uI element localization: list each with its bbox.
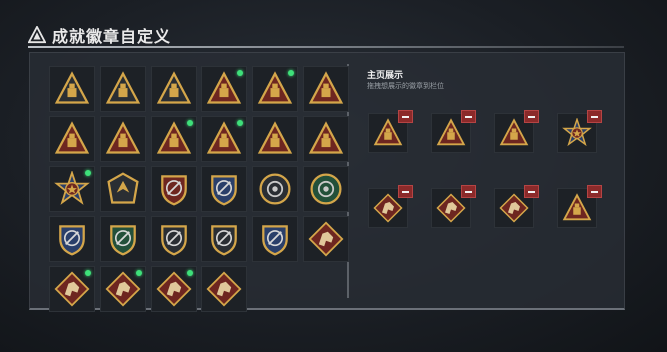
remove-badge-button[interactable]	[524, 110, 539, 123]
badge-slot[interactable]	[99, 216, 146, 262]
triangle-skull-badge-icon	[258, 121, 293, 154]
minus-icon	[528, 115, 535, 118]
diamond-dragon-badge-icon	[105, 271, 141, 307]
remove-badge-button[interactable]	[461, 110, 476, 123]
badge-slot[interactable]	[150, 266, 197, 312]
shield-rifle-gray-badge-icon	[211, 225, 238, 256]
minus-icon	[402, 190, 409, 193]
round-eye-green-badge-icon	[310, 173, 342, 205]
badge-slot[interactable]	[201, 66, 248, 112]
title-underline	[28, 46, 624, 48]
badge-slot[interactable]	[49, 116, 95, 162]
minus-icon	[465, 115, 472, 118]
badge-slot[interactable]	[49, 66, 95, 112]
pentagon-arrow-badge-icon	[107, 172, 139, 204]
new-indicator-dot	[85, 270, 91, 276]
badge-slot[interactable]	[99, 266, 146, 312]
showcase-title: 主页展示	[367, 70, 404, 80]
showcase-subtitle: 拖拽想展示的徽章到栏位	[367, 83, 444, 90]
minus-icon	[465, 190, 472, 193]
new-indicator-dot	[288, 70, 295, 76]
triangle-mountain-badge-icon	[54, 71, 90, 104]
badge-slot[interactable]	[303, 166, 349, 212]
badge-slot[interactable]	[252, 216, 299, 262]
page-title: 成就徽章自定义	[52, 29, 172, 46]
minus-icon	[591, 190, 598, 193]
showcase-slot[interactable]	[557, 110, 602, 153]
shield-rifle-blue-badge-icon	[59, 225, 85, 256]
shield-rifle-dark-badge-icon	[160, 225, 187, 256]
badge-slot[interactable]	[49, 216, 95, 262]
triangle-wings-badge-icon	[156, 71, 191, 104]
minus-icon	[591, 115, 598, 118]
badge-slot[interactable]	[99, 116, 146, 162]
badge-slot[interactable]	[303, 66, 349, 112]
showcase-slot[interactable]	[494, 110, 539, 153]
triangle-hat-badge-icon	[105, 121, 140, 154]
showcase-slot[interactable]	[431, 185, 476, 228]
triangle-helmet-badge-icon	[207, 71, 242, 104]
triangle-logo-icon	[28, 26, 46, 44]
badge-slot[interactable]	[201, 216, 248, 262]
shield-eagle-gold-badge-icon	[262, 225, 289, 256]
badge-slot[interactable]	[252, 116, 299, 162]
triangle-vehicle-badge-icon	[105, 71, 140, 104]
diamond-tiger-badge-icon	[206, 271, 242, 307]
minus-icon	[528, 190, 535, 193]
triangle-backpack-badge-icon	[54, 121, 90, 154]
badge-slot[interactable]	[252, 66, 299, 112]
remove-badge-button[interactable]	[398, 185, 413, 198]
remove-badge-button[interactable]	[398, 110, 413, 123]
new-indicator-dot	[85, 170, 91, 176]
badge-slot[interactable]	[99, 66, 146, 112]
shield-wings-blue-badge-icon	[211, 175, 238, 206]
badge-slot[interactable]	[99, 166, 146, 212]
showcase-slot[interactable]	[557, 185, 602, 228]
showcase-slot[interactable]	[368, 110, 413, 153]
badge-slot[interactable]	[201, 116, 248, 162]
header: 成就徽章自定义	[28, 24, 171, 46]
badge-slot[interactable]	[49, 166, 95, 212]
triangle-wolf-badge-icon	[308, 121, 344, 154]
diamond-beast-badge-icon	[308, 221, 344, 257]
remove-badge-button[interactable]	[524, 185, 539, 198]
new-indicator-dot	[186, 120, 193, 126]
showcase-slot[interactable]	[494, 185, 539, 228]
shield-rifle-green-badge-icon	[109, 225, 136, 256]
diamond-runner-badge-icon	[156, 271, 192, 307]
badge-slot[interactable]	[252, 166, 299, 212]
shield-wings-red-badge-icon	[160, 175, 187, 206]
badge-slot[interactable]	[303, 116, 349, 162]
triangle-medkit-badge-icon	[308, 71, 344, 104]
round-skull-badge-icon	[259, 173, 291, 205]
badge-slot[interactable]	[49, 266, 95, 312]
triangle-bottle-badge-icon	[207, 121, 242, 154]
showcase-slot[interactable]	[368, 185, 413, 228]
remove-badge-button[interactable]	[587, 185, 602, 198]
new-indicator-dot	[237, 70, 244, 76]
triangle-number-one-badge-icon	[156, 121, 191, 154]
badge-slot[interactable]	[201, 166, 248, 212]
remove-badge-button[interactable]	[461, 185, 476, 198]
showcase-slot[interactable]	[431, 110, 476, 153]
badge-slot[interactable]	[150, 116, 197, 162]
triangle-grenade-badge-icon	[258, 71, 293, 104]
minus-icon	[402, 115, 409, 118]
star-medal-badge-icon	[54, 171, 90, 205]
badge-slot[interactable]	[150, 66, 197, 112]
badge-slot[interactable]	[150, 166, 197, 212]
badge-slot[interactable]	[303, 216, 349, 262]
diamond-wolf-badge-icon	[54, 271, 90, 307]
new-indicator-dot	[237, 120, 244, 126]
remove-badge-button[interactable]	[587, 110, 602, 123]
new-indicator-dot	[186, 270, 193, 276]
badge-slot[interactable]	[150, 216, 197, 262]
new-indicator-dot	[135, 270, 142, 276]
badge-slot[interactable]	[201, 266, 248, 312]
